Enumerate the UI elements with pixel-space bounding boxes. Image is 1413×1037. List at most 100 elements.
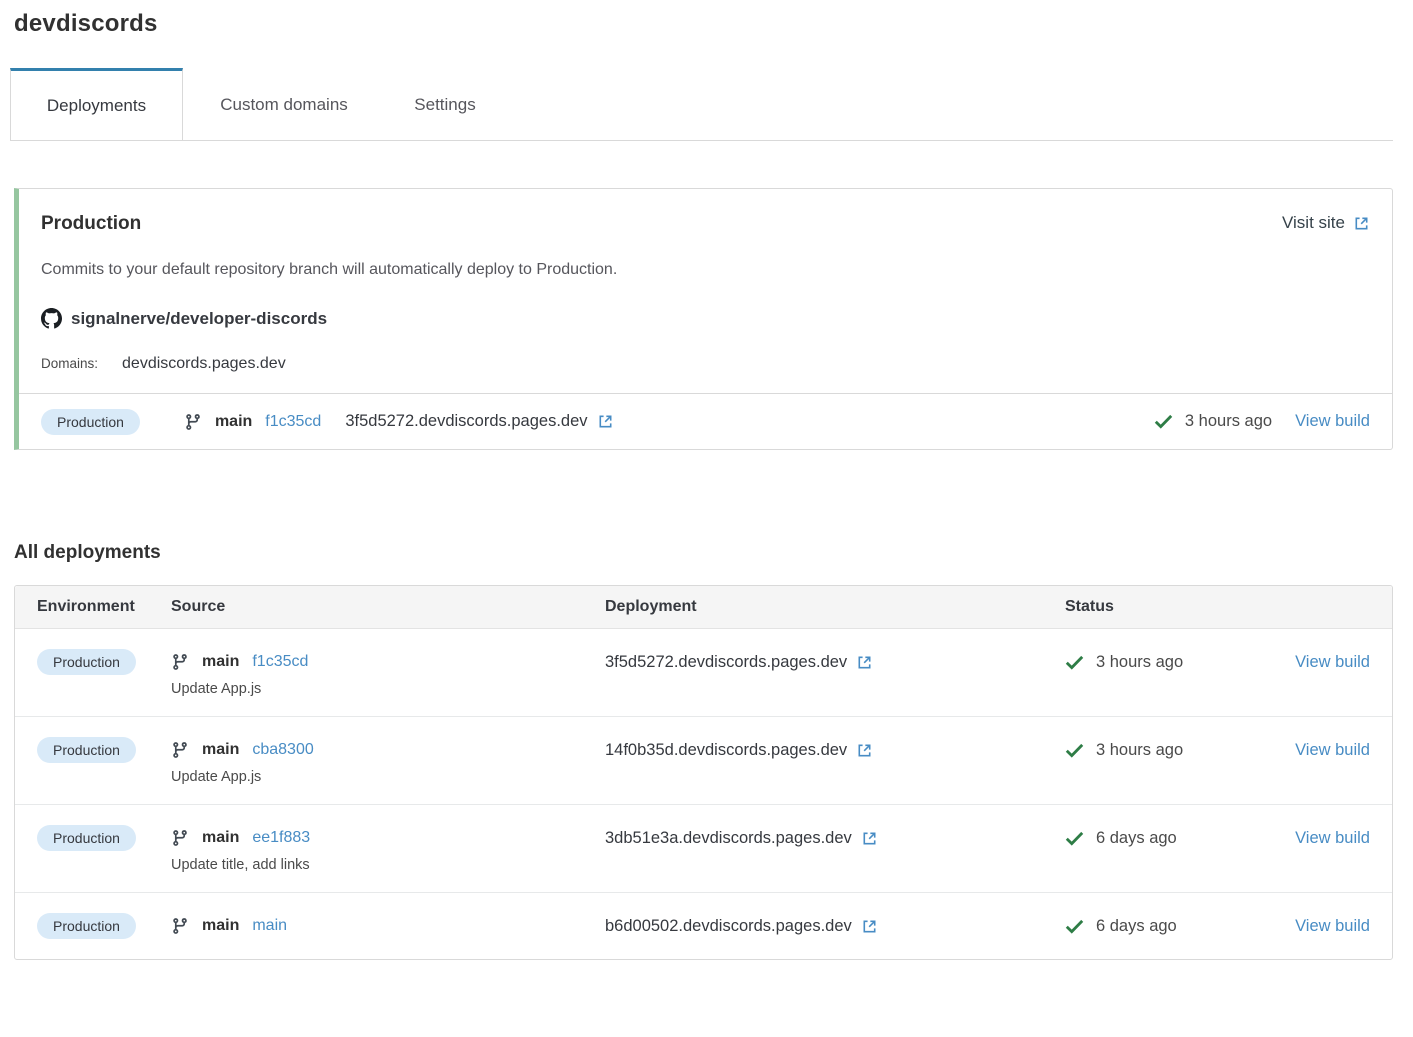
commit-message: Update title, add links [171,857,605,873]
view-build-link[interactable]: View build [1295,741,1370,760]
all-deployments-heading: All deployments [14,542,1393,564]
git-branch-icon [171,829,189,847]
deployment-table-row: Production main ee1f883 Update title, ad… [15,805,1392,893]
deployments-table: Environment Source Deployment Status Pro… [14,585,1393,960]
environment-badge: Production [37,913,136,939]
page-title: devdiscords [14,10,1393,38]
success-check-icon [1154,414,1173,429]
deploy-time: 3 hours ago [1096,741,1183,760]
branch-name: main [202,917,239,935]
deploy-time: 3 hours ago [1096,653,1183,672]
success-check-icon [1065,743,1084,758]
branch-name: main [202,741,239,759]
git-branch-icon [171,917,189,935]
success-check-icon [1065,655,1084,670]
commit-link[interactable]: ee1f883 [252,829,310,847]
git-branch-icon [171,653,189,671]
environment-cell: Production [37,824,171,852]
deployment-url-external-link[interactable] [597,413,614,430]
external-link-icon [1353,215,1370,232]
tab-deployments[interactable]: Deployments [10,68,183,140]
status-cell: 6 days ago [1065,912,1284,940]
deployment-url: 3f5d5272.devdiscords.pages.dev [345,412,587,431]
status-cell: 6 days ago [1065,824,1284,852]
success-check-icon [1065,831,1084,846]
environment-badge: Production [37,649,136,675]
deployment-table-row: Production main f1c35cd Update App.js 3f… [15,629,1392,717]
visit-site-link[interactable]: Visit site [1282,213,1370,233]
status-cell: 3 hours ago [1065,648,1284,676]
git-branch-icon [171,917,189,935]
success-check-icon [1154,414,1173,429]
external-link-icon [1353,215,1370,232]
deployment-cell: 3f5d5272.devdiscords.pages.dev [605,648,1065,676]
deployment-url: b6d00502.devdiscords.pages.dev [605,917,852,936]
actions-cell: View build [1284,648,1370,676]
tab-bar: Deployments Custom domains Settings [10,68,1393,141]
git-branch-icon [184,413,202,431]
column-header-source: Source [171,586,605,628]
deployment-url: 14f0b35d.devdiscords.pages.dev [605,741,847,760]
external-link-icon [856,742,873,759]
deployment-url-external-link[interactable] [856,742,873,759]
production-description: Commits to your default repository branc… [41,261,1370,279]
environment-cell: Production [37,736,171,764]
commit-message: Update App.js [171,681,605,697]
deploy-time: 6 days ago [1096,917,1177,936]
view-build-link[interactable]: View build [1295,412,1370,431]
git-branch-icon [184,413,202,431]
production-deployment-row: Production main f1c35cd 3f5d5272.devdisc… [19,393,1392,449]
deployment-url: 3db51e3a.devdiscords.pages.dev [605,829,852,848]
environment-badge: Production [37,825,136,851]
environment-badge: Production [37,737,136,763]
table-header-row: Environment Source Deployment Status [15,586,1392,629]
deployment-url-external-link[interactable] [856,654,873,671]
repo-name: signalnerve/developer-discords [71,309,327,329]
column-header-status: Status [1065,586,1284,628]
view-build-link[interactable]: View build [1295,829,1370,848]
commit-message: Update App.js [171,769,605,785]
visit-site-label: Visit site [1282,213,1345,233]
column-header-deployment: Deployment [605,586,1065,628]
tab-custom-domains[interactable]: Custom domains [183,68,385,140]
deployment-url-external-link[interactable] [861,830,878,847]
environment-badge: Production [41,409,140,435]
deploy-time: 6 days ago [1096,829,1177,848]
environment-cell: Production [37,912,171,940]
domains-value: devdiscords.pages.dev [122,355,286,373]
tab-settings[interactable]: Settings [385,68,505,140]
deployment-cell: 14f0b35d.devdiscords.pages.dev [605,736,1065,764]
branch-name: main [215,413,252,431]
commit-link[interactable]: f1c35cd [252,653,308,671]
production-card: Production Visit site Commits to your de… [14,188,1393,450]
branch-name: main [202,653,239,671]
deployment-url-external-link[interactable] [861,918,878,935]
view-build-link[interactable]: View build [1295,653,1370,672]
pages-project-page: devdiscords Deployments Custom domains S… [0,0,1413,960]
external-link-icon [597,413,614,430]
column-header-actions [1284,586,1370,628]
deployment-url: 3f5d5272.devdiscords.pages.dev [605,653,847,672]
source-cell: main ee1f883 Update title, add links [171,824,605,873]
environment-cell: Production [37,648,171,676]
success-check-icon [1065,743,1084,758]
view-build-link[interactable]: View build [1295,917,1370,936]
repo-link[interactable]: signalnerve/developer-discords [41,308,1370,329]
source-cell: main cba8300 Update App.js [171,736,605,785]
success-check-icon [1065,831,1084,846]
external-link-icon [861,918,878,935]
commit-link[interactable]: main [252,917,287,935]
github-icon [41,308,62,329]
actions-cell: View build [1284,824,1370,852]
actions-cell: View build [1284,736,1370,764]
deployment-table-row: Production main main b6d00502.devdiscord… [15,893,1392,959]
success-check-icon [1065,919,1084,934]
external-link-icon [861,830,878,847]
commit-link[interactable]: f1c35cd [265,413,321,431]
success-check-icon [1065,919,1084,934]
table-body: Production main f1c35cd Update App.js 3f… [15,629,1392,959]
commit-link[interactable]: cba8300 [252,741,313,759]
status-cell: 3 hours ago [1065,736,1284,764]
production-card-title: Production [41,213,141,235]
external-link-icon [856,654,873,671]
